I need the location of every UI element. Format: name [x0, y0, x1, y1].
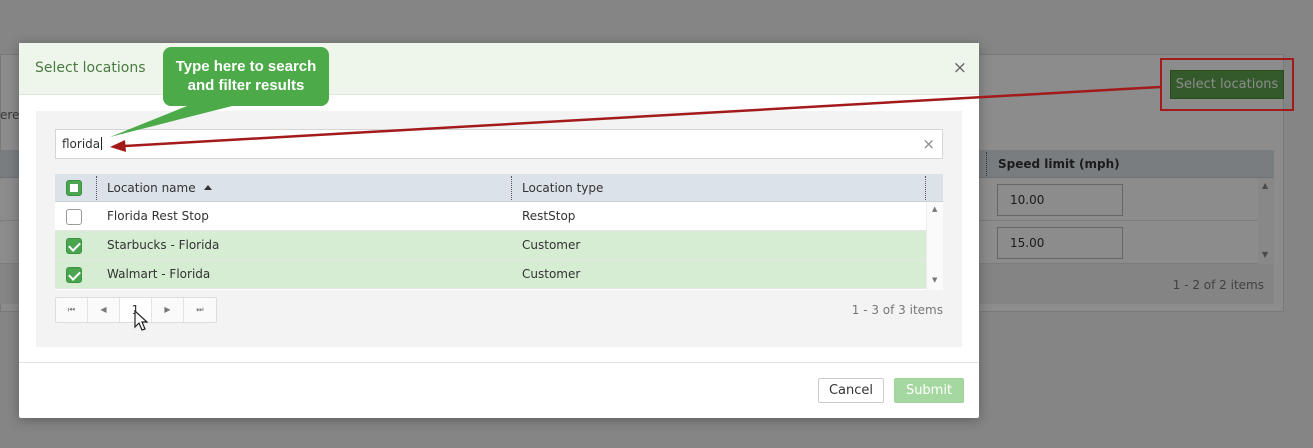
annotation-highlight-box [1160, 58, 1294, 111]
callout-line: Type here to search [175, 58, 317, 75]
mouse-cursor-icon [134, 310, 148, 331]
callout-line: and filter results [187, 77, 305, 94]
annotation-arrowhead [110, 140, 126, 152]
search-hint-callout: Type here to search and filter results [163, 47, 329, 106]
callout-pointer [110, 104, 240, 137]
